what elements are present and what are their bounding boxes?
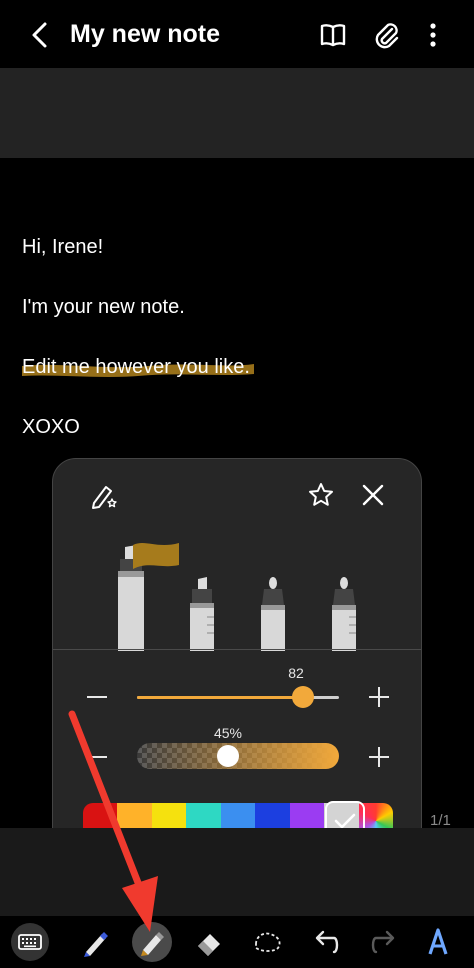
keyboard-icon[interactable] — [10, 922, 50, 962]
size-decrease-button[interactable] — [87, 696, 107, 698]
back-icon[interactable] — [26, 20, 54, 50]
favorite-star-icon[interactable] — [307, 481, 335, 509]
pen-type-selector — [53, 539, 421, 651]
annotation-arrow — [68, 710, 158, 932]
size-value: 82 — [288, 665, 304, 681]
pen-type-round[interactable] — [258, 577, 288, 651]
book-icon[interactable] — [318, 20, 348, 50]
redo-icon[interactable] — [364, 922, 404, 962]
paperclip-icon[interactable] — [372, 20, 402, 50]
note-line-3[interactable]: Edit me however you like. — [22, 356, 250, 379]
pen-type-fine[interactable] — [329, 577, 359, 651]
more-vertical-icon[interactable] — [420, 20, 446, 50]
size-slider[interactable] — [137, 685, 339, 709]
pen-color-preview — [133, 543, 179, 569]
ai-text-icon[interactable] — [418, 922, 458, 962]
note-title[interactable]: My new note — [70, 20, 220, 49]
opacity-slider-knob[interactable] — [217, 745, 239, 767]
top-app-bar: My new note — [0, 0, 474, 68]
lasso-select-icon[interactable] — [248, 922, 288, 962]
pen-settings-icon[interactable] — [89, 481, 119, 511]
panel-divider — [53, 649, 421, 650]
size-slider-fill — [137, 696, 303, 699]
pen-type-chisel[interactable] — [187, 577, 217, 651]
size-slider-knob[interactable] — [292, 686, 314, 708]
note-line-2[interactable]: I'm your new note. — [22, 296, 185, 319]
opacity-value: 45% — [213, 725, 243, 741]
eraser-icon[interactable] — [190, 922, 230, 962]
note-line-1[interactable]: Hi, Irene! — [22, 236, 103, 259]
note-header-strip — [0, 68, 474, 158]
undo-icon[interactable] — [306, 922, 346, 962]
opacity-increase-button[interactable] — [369, 747, 389, 767]
page-indicator: 1/1 — [430, 812, 451, 829]
size-increase-button[interactable] — [369, 687, 389, 707]
close-icon[interactable] — [361, 483, 385, 507]
note-line-4[interactable]: XOXO — [22, 416, 80, 439]
